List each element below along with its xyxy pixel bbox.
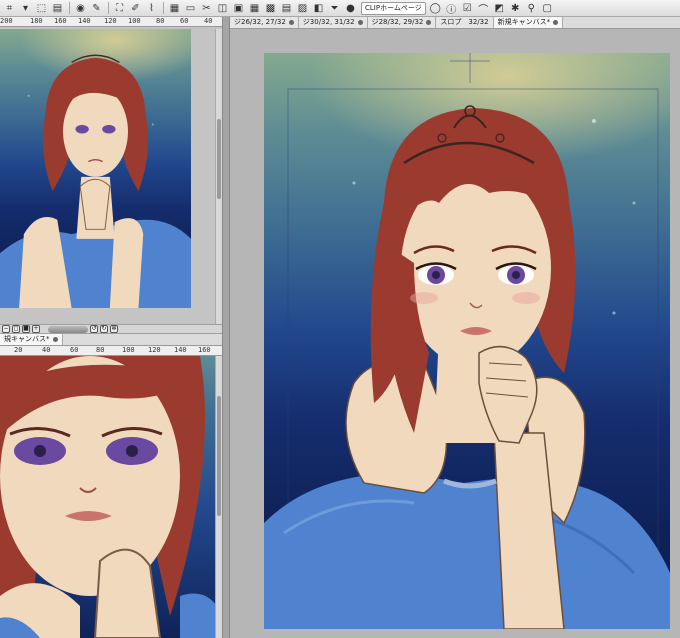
navigator-scrollbar[interactable] bbox=[215, 29, 222, 324]
ruler-label: 20 bbox=[14, 346, 23, 354]
artwork-main bbox=[264, 53, 670, 629]
document-tab-label: ジ28/32, 29/32 bbox=[371, 18, 424, 26]
toolbar-separator bbox=[163, 2, 164, 14]
toolbar-separator bbox=[69, 2, 70, 14]
navigator-panel: 200 180 160 140 120 100 80 60 40 bbox=[0, 17, 222, 324]
ruler-label: 200 bbox=[0, 17, 13, 25]
document-tab[interactable]: ジ30/32, 31/32 bbox=[298, 17, 368, 28]
ruler-label: 180 bbox=[30, 17, 43, 25]
toolbar-separator bbox=[108, 2, 109, 14]
globe-icon[interactable]: ◉ bbox=[73, 1, 88, 16]
artwork-thumbnail bbox=[0, 54, 191, 308]
ruler-label: 160 bbox=[54, 17, 67, 25]
eyedrop-icon[interactable]: ⌇ bbox=[144, 1, 159, 16]
fit-view-icon[interactable]: ◻ bbox=[12, 325, 20, 333]
grid-icon[interactable]: ▦ bbox=[167, 1, 182, 16]
close-icon[interactable] bbox=[553, 20, 559, 25]
image-icon[interactable]: ▨ bbox=[295, 1, 310, 16]
ruler-label: 60 bbox=[180, 17, 189, 25]
layer-icon[interactable]: ▤ bbox=[50, 1, 65, 16]
pin-icon[interactable]: ✱ bbox=[508, 1, 523, 16]
ruler-label: 60 bbox=[70, 346, 79, 354]
document-tab[interactable]: スロプ 32/32 bbox=[436, 17, 494, 28]
clip-studio-window: ⌗ ▾ ⬚ ▤ ◉ ✎ ⛶ ✐ ⌇ ▦ ▭ ✂ ◫ ▣ ▦ ▩ ▤ ▨ ◧ ⏷ … bbox=[0, 0, 680, 638]
navigator-preview[interactable] bbox=[0, 29, 191, 308]
ruler-label: 80 bbox=[96, 346, 105, 354]
record-icon[interactable]: ● bbox=[343, 1, 358, 16]
close-icon[interactable] bbox=[357, 20, 363, 25]
brush-icon[interactable]: ✎ bbox=[89, 1, 104, 16]
ruler-label: 40 bbox=[42, 346, 51, 354]
circle-icon[interactable]: ◯ bbox=[428, 1, 443, 16]
selection-icon[interactable]: ⬚ bbox=[34, 1, 49, 16]
navigator-controls: − ◻ ■ + ↺ ↻ ✻ bbox=[0, 324, 222, 334]
rect-icon[interactable]: ▭ bbox=[183, 1, 198, 16]
document-tab-active[interactable]: 新規キャンバス* bbox=[493, 17, 564, 28]
scissors-icon[interactable]: ✂ bbox=[199, 1, 214, 16]
chart-icon[interactable]: ◩ bbox=[492, 1, 507, 16]
sub-view-scroll-thumb[interactable] bbox=[217, 396, 221, 516]
curve-icon[interactable]: ⌒ bbox=[476, 1, 491, 16]
ruler-label: 100 bbox=[122, 346, 135, 354]
command-bar: ⌗ ▾ ⬚ ▤ ◉ ✎ ⛶ ✐ ⌇ ▦ ▭ ✂ ◫ ▣ ▦ ▩ ▤ ▨ ◧ ⏷ … bbox=[0, 0, 680, 17]
rotate-right-icon[interactable]: ↻ bbox=[100, 325, 108, 333]
document-tab[interactable]: ジ28/32, 29/32 bbox=[367, 17, 437, 28]
document-tab-label: スロプ 32/32 bbox=[440, 18, 489, 26]
ruler-label: 120 bbox=[148, 346, 161, 354]
checklist-icon[interactable]: ☑ bbox=[460, 1, 475, 16]
sub-view-tab-label: 規キャンバス* bbox=[4, 335, 50, 343]
navigator-ruler: 200 180 160 140 120 100 80 60 40 bbox=[0, 17, 222, 27]
panel-divider[interactable] bbox=[222, 17, 230, 638]
window-icon[interactable]: ▢ bbox=[540, 1, 555, 16]
close-icon[interactable] bbox=[52, 337, 58, 342]
page-icon[interactable]: ▤ bbox=[279, 1, 294, 16]
sub-view-tabbar: 規キャンバス* bbox=[0, 334, 222, 346]
filter-icon[interactable]: ⏷ bbox=[327, 1, 342, 16]
zoom-out-icon[interactable]: − bbox=[2, 325, 10, 333]
frame-icon[interactable]: ▣ bbox=[231, 1, 246, 16]
grid-small-icon[interactable]: ▩ bbox=[263, 1, 278, 16]
lasso-icon[interactable]: ⌗ bbox=[2, 1, 17, 16]
sub-view-ruler: 20 40 60 80 100 120 140 160 bbox=[0, 346, 222, 356]
clip-homepage-link[interactable]: CLIPホームページ bbox=[361, 1, 426, 15]
zoom-in-icon[interactable]: + bbox=[32, 325, 40, 333]
image-alt-icon[interactable]: ◧ bbox=[311, 1, 326, 16]
actual-size-icon[interactable]: ■ bbox=[22, 325, 30, 333]
sub-view-canvas[interactable] bbox=[0, 356, 222, 638]
ruler-label: 140 bbox=[174, 346, 187, 354]
close-icon[interactable] bbox=[426, 20, 432, 25]
ruler-label: 40 bbox=[204, 17, 213, 25]
expand-icon[interactable]: ▾ bbox=[18, 1, 33, 16]
sub-view-scrollbar[interactable] bbox=[215, 356, 222, 638]
zoom-slider[interactable] bbox=[48, 325, 88, 333]
grid-large-icon[interactable]: ▦ bbox=[247, 1, 262, 16]
transform-icon[interactable]: ⛶ bbox=[112, 1, 127, 16]
ruler-label: 160 bbox=[198, 346, 211, 354]
info-icon[interactable]: ⓘ bbox=[444, 1, 459, 16]
ruler-label: 120 bbox=[104, 17, 117, 25]
settings-icon[interactable]: ✻ bbox=[110, 325, 118, 333]
navigator-scroll-thumb[interactable] bbox=[217, 119, 221, 199]
close-icon[interactable] bbox=[288, 20, 294, 25]
document-tab-label: ジ30/32, 31/32 bbox=[302, 18, 355, 26]
document-tab-label: ジ26/32, 27/32 bbox=[234, 18, 286, 26]
rotate-left-icon[interactable]: ↺ bbox=[90, 325, 98, 333]
sub-view-panel: 規キャンバス* 20 40 60 80 100 120 140 160 bbox=[0, 334, 222, 638]
bulb-icon[interactable]: ⚲ bbox=[524, 1, 539, 16]
ruler-label: 140 bbox=[78, 17, 91, 25]
document-tab[interactable]: ジ26/32, 27/32 bbox=[230, 17, 299, 28]
document-tabbar: ジ26/32, 27/32 ジ30/32, 31/32 ジ28/32, 29/3… bbox=[230, 17, 680, 29]
ruler-label: 80 bbox=[156, 17, 165, 25]
document-tab-label: 新規キャンバス* bbox=[497, 18, 551, 26]
edit-icon[interactable]: ✐ bbox=[128, 1, 143, 16]
sub-view-tab[interactable]: 規キャンバス* bbox=[0, 334, 63, 345]
main-canvas-area: ジ26/32, 27/32 ジ30/32, 31/32 ジ28/32, 29/3… bbox=[230, 17, 680, 638]
artwork-zoomed bbox=[0, 356, 222, 638]
main-canvas[interactable] bbox=[264, 53, 670, 629]
ruler-label: 100 bbox=[128, 17, 141, 25]
ruler-icon[interactable]: ◫ bbox=[215, 1, 230, 16]
